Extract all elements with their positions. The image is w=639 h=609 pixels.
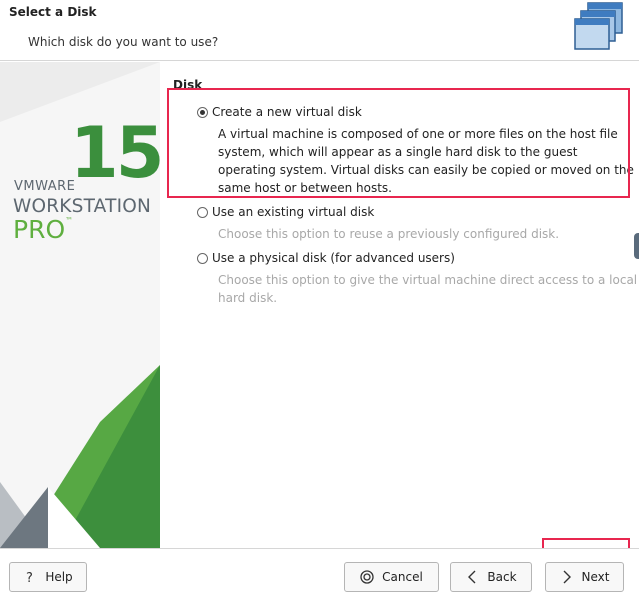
page-title: Select a Disk	[9, 5, 97, 19]
disk-options-panel: Disk Create a new virtual disk A virtual…	[160, 62, 639, 548]
question-mark-icon: ?	[23, 570, 37, 584]
virtual-disks-icon	[574, 2, 626, 52]
product-banner: 15 VMWARE WORKSTATION PRO™	[0, 62, 160, 548]
brand-label: VMWARE	[14, 179, 76, 194]
option-label[interactable]: Use an existing virtual disk	[212, 205, 374, 219]
radio-use-physical-disk[interactable]	[197, 253, 208, 264]
option-description: Choose this option to reuse a previously…	[218, 227, 560, 241]
radio-use-existing-disk[interactable]	[197, 207, 208, 218]
disk-group-label: Disk	[173, 78, 203, 92]
side-scroll-tab[interactable]	[634, 233, 639, 259]
radio-create-new-disk[interactable]	[197, 107, 208, 118]
edition-text: PRO	[13, 215, 66, 244]
wizard-footer: ? Help Cancel Back Next	[0, 548, 639, 609]
trademark-symbol: ™	[65, 216, 74, 225]
next-button[interactable]: Next	[545, 562, 624, 592]
option-label[interactable]: Use a physical disk (for advanced users)	[212, 251, 455, 265]
chevron-left-icon	[465, 570, 479, 584]
back-button[interactable]: Back	[450, 562, 532, 592]
option-description: A virtual machine is composed of one or …	[218, 127, 634, 195]
edition-label: PRO™	[13, 215, 74, 244]
cancel-button[interactable]: Cancel	[344, 562, 439, 592]
help-button[interactable]: ? Help	[9, 562, 87, 592]
next-label: Next	[581, 570, 610, 584]
version-number: 15	[70, 112, 160, 194]
new-vm-wizard: Select a Disk Which disk do you want to …	[0, 0, 639, 609]
cancel-icon	[360, 570, 374, 584]
back-label: Back	[487, 570, 517, 584]
help-label: Help	[45, 570, 73, 584]
option-label[interactable]: Create a new virtual disk	[212, 105, 362, 119]
product-name: WORKSTATION	[13, 196, 152, 217]
option-description: Choose this option to give the virtual m…	[218, 273, 638, 305]
cancel-label: Cancel	[382, 570, 423, 584]
chevron-right-icon	[560, 570, 574, 584]
wizard-header: Select a Disk Which disk do you want to …	[0, 0, 639, 61]
page-subtitle: Which disk do you want to use?	[28, 35, 219, 49]
svg-text:?: ?	[26, 571, 33, 584]
